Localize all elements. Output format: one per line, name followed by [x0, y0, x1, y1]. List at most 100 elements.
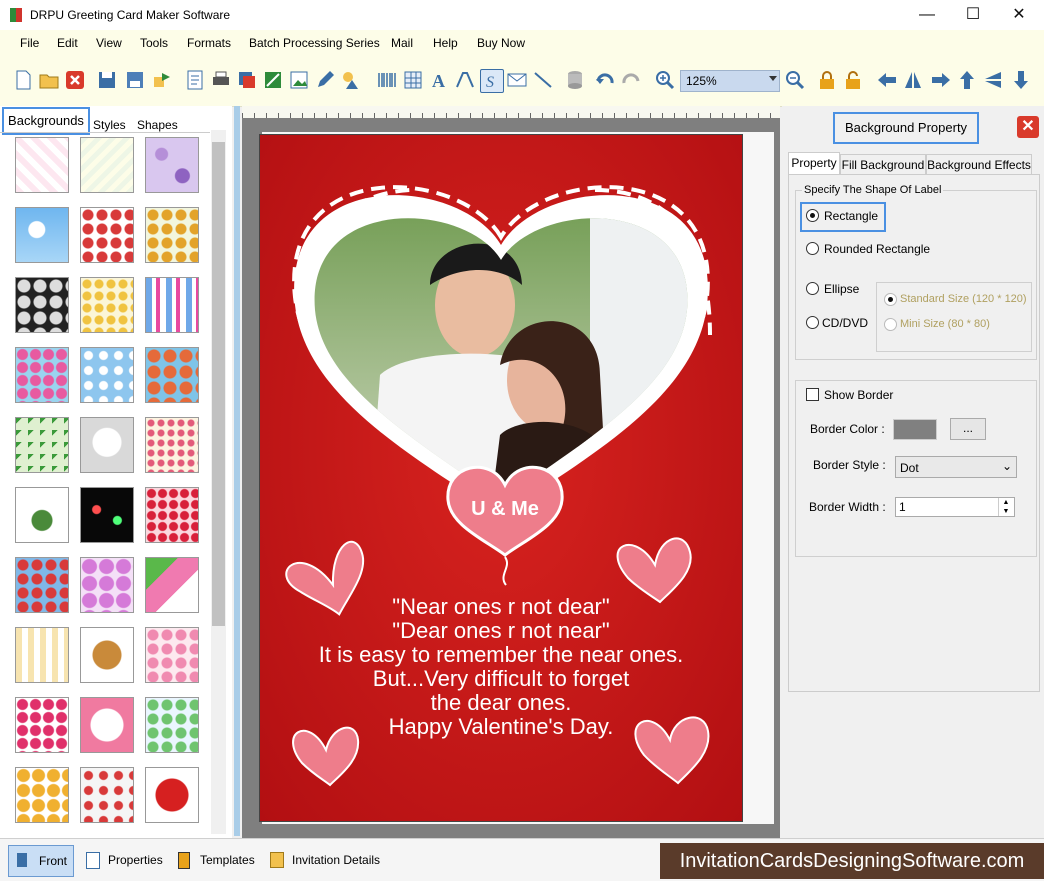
- redo-icon[interactable]: [620, 69, 642, 91]
- menu-help[interactable]: Help: [433, 36, 458, 50]
- background-thumbnail[interactable]: [15, 767, 69, 823]
- menu-buy-now[interactable]: Buy Now: [477, 36, 525, 50]
- signature-icon[interactable]: S: [480, 69, 504, 93]
- zoom-out-icon[interactable]: [784, 69, 806, 91]
- templates-button[interactable]: Templates: [178, 845, 258, 875]
- background-thumbnail[interactable]: [80, 137, 134, 193]
- properties-icon[interactable]: [184, 69, 206, 91]
- zoom-in-icon[interactable]: [654, 69, 676, 91]
- unlock-icon[interactable]: [842, 69, 864, 91]
- arrow-left-icon[interactable]: [876, 69, 898, 91]
- invitation-details-button[interactable]: Invitation Details: [270, 845, 390, 875]
- export-icon[interactable]: [152, 69, 174, 91]
- menu-tools[interactable]: Tools: [140, 36, 168, 50]
- menu-batch-processing[interactable]: Batch Processing Series: [249, 36, 380, 50]
- background-thumbnail[interactable]: [15, 557, 69, 613]
- border-width-input[interactable]: 1 ▲ ▼: [895, 497, 1015, 517]
- rectangle-radio[interactable]: [806, 209, 819, 222]
- standard-size-label[interactable]: Standard Size (120 * 120): [900, 293, 1027, 305]
- background-thumbnail[interactable]: [145, 767, 199, 823]
- flip-horizontal-icon[interactable]: [902, 69, 924, 91]
- flip-vertical-icon[interactable]: [982, 69, 1004, 91]
- background-thumbnail[interactable]: [15, 487, 69, 543]
- ellipse-label[interactable]: Ellipse: [824, 282, 859, 296]
- tab-property[interactable]: Property: [788, 152, 840, 175]
- print-icon[interactable]: [210, 69, 232, 91]
- menu-file[interactable]: File: [20, 36, 39, 50]
- scrollbar-thumb[interactable]: [212, 142, 225, 626]
- background-thumbnail[interactable]: [15, 207, 69, 263]
- save-icon[interactable]: [96, 69, 118, 91]
- standard-size-radio[interactable]: [884, 293, 897, 306]
- mini-size-label[interactable]: Mini Size (80 * 80): [900, 318, 990, 330]
- close-file-icon[interactable]: [64, 69, 86, 91]
- email-icon[interactable]: [506, 69, 528, 91]
- open-icon[interactable]: [38, 69, 60, 91]
- rounded-rectangle-label[interactable]: Rounded Rectangle: [824, 242, 930, 256]
- tab-backgrounds[interactable]: Backgrounds: [2, 107, 90, 135]
- background-thumbnail[interactable]: [80, 557, 134, 613]
- barcode-icon[interactable]: [376, 69, 398, 91]
- background-thumbnail[interactable]: [15, 347, 69, 403]
- background-thumbnail[interactable]: [145, 417, 199, 473]
- maximize-button[interactable]: ☐: [950, 0, 996, 30]
- background-thumbnail[interactable]: [15, 417, 69, 473]
- properties-button[interactable]: Properties: [86, 845, 166, 875]
- rounded-rectangle-radio[interactable]: [806, 242, 819, 255]
- save-as-icon[interactable]: [124, 69, 146, 91]
- background-thumbnail[interactable]: [145, 137, 199, 193]
- background-thumbnail[interactable]: [145, 557, 199, 613]
- arrow-up-icon[interactable]: [956, 69, 978, 91]
- menu-mail[interactable]: Mail: [391, 36, 413, 50]
- line-icon[interactable]: [532, 69, 554, 91]
- background-thumbnail[interactable]: [80, 627, 134, 683]
- wordart-icon[interactable]: [454, 69, 476, 91]
- pencil-icon[interactable]: [314, 69, 336, 91]
- picture-icon[interactable]: [288, 69, 310, 91]
- database-icon[interactable]: [564, 69, 586, 91]
- lock-icon[interactable]: [816, 69, 838, 91]
- rectangle-label[interactable]: Rectangle: [824, 209, 878, 223]
- background-thumbnail[interactable]: [15, 627, 69, 683]
- show-border-checkbox[interactable]: [806, 388, 819, 401]
- background-thumbnail[interactable]: [80, 277, 134, 333]
- image-edit-icon[interactable]: [262, 69, 284, 91]
- background-thumbnail[interactable]: [145, 277, 199, 333]
- background-thumbnail[interactable]: [80, 417, 134, 473]
- background-thumbnail[interactable]: [80, 487, 134, 543]
- ellipse-radio[interactable]: [806, 282, 819, 295]
- background-thumbnail[interactable]: [80, 697, 134, 753]
- grid-icon[interactable]: [402, 69, 424, 91]
- background-thumbnail[interactable]: [145, 697, 199, 753]
- background-thumbnail[interactable]: [80, 207, 134, 263]
- background-thumbnail[interactable]: [145, 207, 199, 263]
- menu-edit[interactable]: Edit: [57, 36, 78, 50]
- background-thumbnail[interactable]: [15, 697, 69, 753]
- arrow-right-icon[interactable]: [930, 69, 952, 91]
- background-thumbnail[interactable]: [145, 487, 199, 543]
- background-thumbnail[interactable]: [15, 277, 69, 333]
- close-panel-button[interactable]: ✕: [1017, 116, 1039, 138]
- background-thumbnail[interactable]: [15, 137, 69, 193]
- menu-view[interactable]: View: [96, 36, 122, 50]
- show-border-label[interactable]: Show Border: [824, 388, 893, 402]
- thumbnails-scrollbar[interactable]: [211, 130, 226, 834]
- cd-dvd-radio[interactable]: [806, 316, 819, 329]
- background-thumbnail[interactable]: [145, 627, 199, 683]
- arrow-down-icon[interactable]: [1010, 69, 1032, 91]
- border-color-swatch[interactable]: [893, 419, 937, 440]
- menu-formats[interactable]: Formats: [187, 36, 231, 50]
- background-thumbnail[interactable]: [145, 347, 199, 403]
- close-window-button[interactable]: ✕: [996, 0, 1042, 30]
- text-icon[interactable]: A: [428, 69, 450, 91]
- border-style-select[interactable]: Dot ⌄: [895, 456, 1017, 478]
- minimize-button[interactable]: —: [904, 0, 950, 30]
- tab-fill-background[interactable]: Fill Background: [840, 154, 926, 175]
- print-preview-icon[interactable]: [236, 69, 258, 91]
- greeting-card[interactable]: U & Me "Near ones r not dear" "Dear ones…: [259, 134, 743, 822]
- front-button[interactable]: Front: [8, 845, 74, 877]
- border-color-button[interactable]: ...: [950, 418, 986, 440]
- background-thumbnail[interactable]: [80, 767, 134, 823]
- new-icon[interactable]: [12, 69, 34, 91]
- tab-background-effects[interactable]: Background Effects: [926, 154, 1032, 175]
